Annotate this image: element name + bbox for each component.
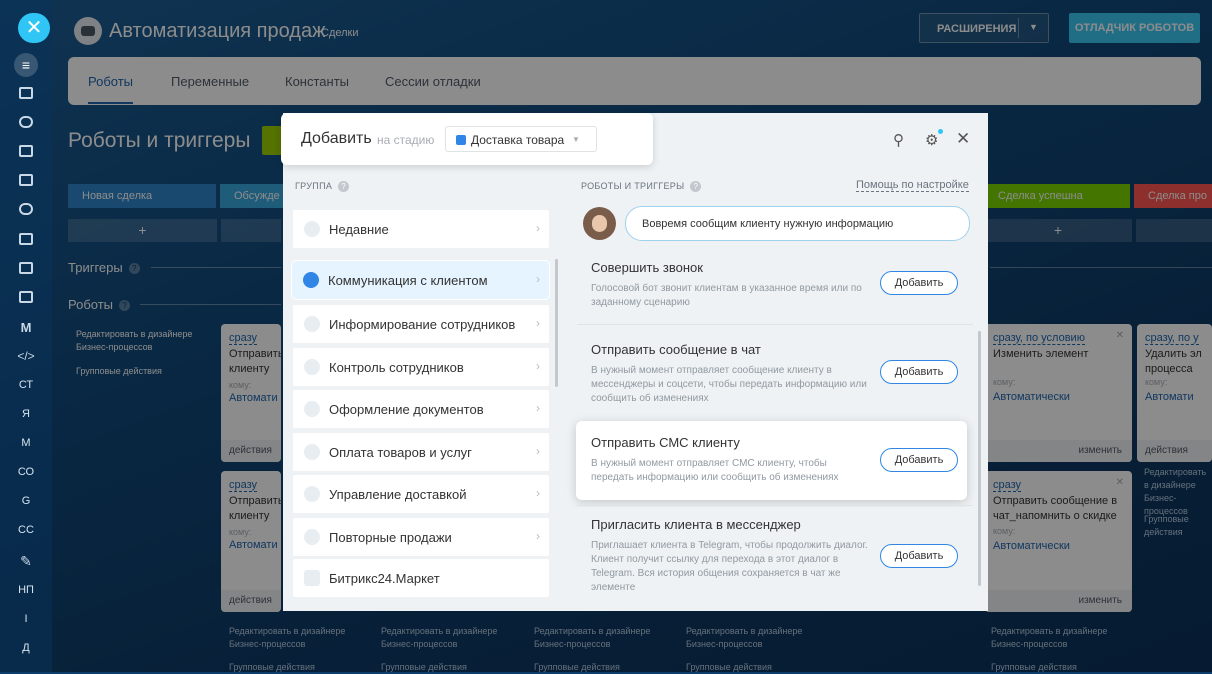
repeat-icon <box>304 529 320 545</box>
robot-title: Отправить сообщение в чат <box>591 342 761 357</box>
rail-item-i[interactable]: I <box>0 613 52 625</box>
notification-dot <box>938 129 943 134</box>
robot-description: В нужный момент отправляет СМС клиенту, … <box>591 458 839 483</box>
robot-title: Совершить звонок <box>591 260 703 275</box>
rail-item-d[interactable]: Д <box>0 642 52 654</box>
group-label: Управление доставкой <box>329 487 467 502</box>
stage-color-dot <box>456 135 466 145</box>
truck-icon <box>304 486 320 502</box>
tasks-icon[interactable] <box>0 174 52 189</box>
chevron-down-icon: ▼ <box>572 135 580 144</box>
m-logo-icon[interactable]: M <box>0 320 52 335</box>
divider <box>577 324 973 325</box>
people-icon[interactable] <box>0 203 52 218</box>
groups-scrollbar[interactable] <box>555 259 558 387</box>
rail-item-g[interactable]: G <box>0 495 52 507</box>
rail-item-np[interactable]: НП <box>0 584 52 596</box>
document-icon <box>304 401 320 417</box>
robot-item-messenger: Пригласить клиента в мессенджер Приглаша… <box>577 507 973 597</box>
history-icon <box>304 221 320 237</box>
group-item-documents[interactable]: Оформление документов › <box>293 390 549 428</box>
box-icon[interactable] <box>0 291 52 306</box>
cart-icon[interactable] <box>0 145 52 160</box>
chevron-right-icon: › <box>536 316 540 330</box>
help-icon[interactable]: ? <box>690 181 702 193</box>
close-slider-button[interactable]: ✕ <box>18 13 50 43</box>
group-label: Битрикс24.Маркет <box>329 571 440 586</box>
group-label: Информирование сотрудников <box>329 317 516 332</box>
robots-header-text: РОБОТЫ И ТРИГГЕРЫ <box>581 181 685 191</box>
group-item-client-communication[interactable]: Коммуникация с клиентом › <box>292 261 549 299</box>
add-robot-button[interactable]: Добавить <box>880 271 958 295</box>
robots-scrollbar[interactable] <box>978 331 981 586</box>
robot-item-call: Совершить звонок Голосовой бот звонит кл… <box>577 256 973 322</box>
robot-item-chat: Отправить сообщение в чат В нужный момен… <box>577 326 973 416</box>
chevron-right-icon: › <box>536 444 540 458</box>
robot-description: В нужный момент отправляет сообщение кли… <box>591 365 867 404</box>
rail-item-ss[interactable]: СС <box>0 524 52 536</box>
wallet-icon <box>304 444 320 460</box>
robot-description: Приглашает клиента в Telegram, чтобы про… <box>591 540 868 593</box>
info-icon <box>304 316 320 332</box>
signature-icon[interactable]: ✎ <box>0 553 52 570</box>
card-icon[interactable] <box>0 233 52 248</box>
chevron-right-icon: › <box>536 221 540 235</box>
group-label: Недавние <box>329 222 389 237</box>
group-item-market[interactable]: Битрикс24.Маркет <box>293 559 549 597</box>
robot-icon[interactable] <box>0 262 52 277</box>
robot-title: Отправить СМС клиенту <box>591 435 740 450</box>
setup-help-link[interactable]: Помощь по настройке <box>856 179 969 192</box>
group-item-inform-employees[interactable]: Информирование сотрудников › <box>293 305 549 343</box>
group-label: Повторные продажи <box>329 530 452 545</box>
chat-icon <box>303 272 319 288</box>
add-header-panel: Добавить на стадию Доставка товара ▼ <box>281 113 653 165</box>
robot-description: Голосовой бот звонит клиентам в указанно… <box>591 283 862 308</box>
filter-icon[interactable]: ≡ <box>0 53 52 77</box>
dialog-title: Добавить <box>301 130 372 147</box>
stage-select-value: Доставка товара <box>471 133 565 147</box>
left-rail: ✕ ≡ M </> СТ Я М СО G СС ✎ НП I Д <box>0 0 52 672</box>
settings-icon[interactable]: ⚙ <box>925 131 938 149</box>
group-item-recent[interactable]: Недавние › <box>293 210 549 248</box>
hint-bubble: Вовремя сообщим клиенту нужную информаци… <box>625 206 970 241</box>
assistant-avatar <box>583 207 616 240</box>
market-icon <box>304 570 320 586</box>
add-robot-button[interactable]: Добавить <box>880 544 958 568</box>
close-icon[interactable]: ✕ <box>956 129 970 149</box>
chevron-right-icon: › <box>536 486 540 500</box>
chevron-right-icon: › <box>536 401 540 415</box>
chevron-right-icon: › <box>536 359 540 373</box>
group-label: Контроль сотрудников <box>329 360 464 375</box>
group-label: Оплата товаров и услуг <box>329 445 472 460</box>
group-item-payment[interactable]: Оплата товаров и услуг › <box>293 433 549 471</box>
group-item-delivery[interactable]: Управление доставкой › <box>293 475 549 513</box>
groups-header: ГРУППА? <box>295 181 350 193</box>
add-robot-button[interactable]: Добавить <box>880 360 958 384</box>
rail-item-ya[interactable]: Я <box>0 408 52 420</box>
code-icon[interactable]: </> <box>0 349 52 363</box>
rail-item-m[interactable]: М <box>0 437 52 449</box>
chevron-right-icon: › <box>536 529 540 543</box>
bank-icon[interactable] <box>0 87 52 102</box>
chevron-right-icon: › <box>536 272 540 286</box>
divider <box>577 505 973 506</box>
add-robot-button[interactable]: Добавить <box>880 448 958 472</box>
group-label: Оформление документов <box>329 402 484 417</box>
search-icon[interactable]: ⚲ <box>893 131 904 149</box>
groups-header-text: ГРУППА <box>295 181 333 191</box>
stage-select[interactable]: Доставка товара ▼ <box>445 126 597 152</box>
hint-text: Вовремя сообщим клиенту нужную информаци… <box>642 218 894 230</box>
rail-item-so[interactable]: СО <box>0 466 52 478</box>
group-item-repeat-sales[interactable]: Повторные продажи › <box>293 518 549 556</box>
rail-item-st[interactable]: СТ <box>0 379 52 391</box>
stage-label: на стадию <box>377 133 435 147</box>
robots-header: РОБОТЫ И ТРИГГЕРЫ? <box>581 181 702 193</box>
group-item-control-employees[interactable]: Контроль сотрудников › <box>293 348 549 386</box>
robot-title: Пригласить клиента в мессенджер <box>591 517 801 532</box>
help-icon[interactable]: ? <box>338 181 350 193</box>
target-icon[interactable] <box>0 116 52 131</box>
users-icon <box>304 359 320 375</box>
group-label: Коммуникация с клиентом <box>328 273 488 288</box>
robot-item-sms: Отправить СМС клиенту В нужный момент от… <box>576 421 967 500</box>
